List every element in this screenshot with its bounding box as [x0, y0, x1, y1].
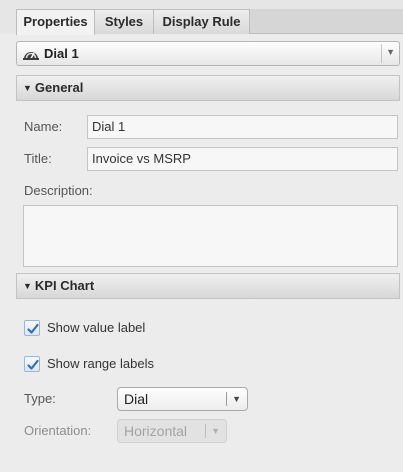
title-label: Title: [24, 151, 52, 166]
description-textarea[interactable] [23, 205, 398, 267]
tab-styles[interactable]: Styles [94, 9, 154, 34]
orientation-select-value: Horizontal [124, 423, 188, 439]
orientation-select-divider [205, 424, 206, 438]
name-input[interactable]: Dial 1 [87, 115, 398, 139]
section-title-kpi-chart: KPI Chart [34, 278, 95, 293]
general-panel: Name: Dial 1 Title: Invoice vs MSRP Desc… [16, 101, 400, 273]
component-selector[interactable]: Dial 1 ▼ [16, 41, 400, 66]
tab-bar: Properties Styles Display Rule [0, 0, 403, 35]
name-label: Name: [24, 119, 63, 134]
checkmark-icon [27, 359, 39, 370]
dial-gauge-icon [23, 47, 39, 60]
type-select-divider [226, 392, 227, 406]
tab-display-rule[interactable]: Display Rule [153, 9, 250, 34]
section-header-general[interactable]: ▼ General [16, 75, 400, 101]
type-select-value: Dial [124, 391, 149, 407]
tab-bar-filler [250, 9, 403, 34]
component-selector-value: Dial 1 [44, 46, 79, 61]
kpi-chart-panel: Show value label Show range labels Type:… [16, 299, 400, 472]
chevron-down-icon: ▼ [386, 47, 395, 57]
section-header-kpi-chart[interactable]: ▼ KPI Chart [16, 273, 400, 299]
collapse-triangle-icon: ▼ [23, 83, 32, 93]
orientation-select[interactable]: Horizontal ▼ [117, 419, 227, 443]
component-selector-divider [381, 44, 382, 63]
show-value-label-text: Show value label [47, 320, 146, 335]
type-select[interactable]: Dial ▼ [117, 387, 248, 411]
title-input[interactable]: Invoice vs MSRP [87, 147, 398, 171]
chevron-down-icon: ▼ [211, 426, 220, 436]
description-label: Description: [24, 183, 93, 198]
chevron-down-icon: ▼ [232, 394, 241, 404]
show-value-label-checkbox[interactable] [24, 320, 40, 336]
type-label: Type: [24, 391, 56, 406]
section-title-general: General [34, 80, 84, 95]
checkmark-icon [27, 323, 39, 334]
tab-properties[interactable]: Properties [16, 9, 95, 35]
show-range-labels-checkbox[interactable] [24, 356, 40, 372]
orientation-label: Orientation: [24, 423, 92, 438]
show-range-labels-text: Show range labels [47, 356, 154, 371]
collapse-triangle-icon: ▼ [23, 281, 32, 291]
